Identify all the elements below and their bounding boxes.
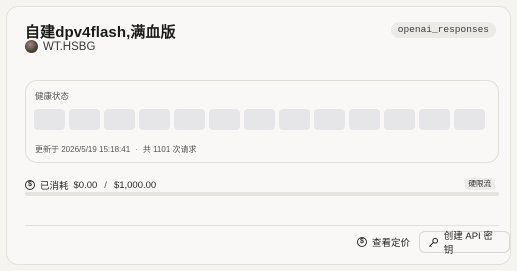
health-bar: [69, 109, 100, 130]
avatar: [25, 40, 38, 53]
owner: WT.HSBG: [25, 40, 95, 53]
spend-progress-bar: [25, 192, 499, 196]
create-api-key-label: 创建 API 密钥: [443, 231, 493, 256]
updated-time: 更新于 2026/5/19 15:18:41: [35, 145, 131, 154]
health-bar: [139, 109, 170, 130]
health-bar: [174, 109, 205, 130]
view-pricing-label: 查看定价: [372, 238, 411, 249]
channel-card: 自建dpv4flash,满血版 openai_responses WT.HSBG…: [6, 6, 511, 265]
spend-divider: /: [104, 179, 107, 191]
owner-name: WT.HSBG: [43, 40, 96, 53]
updated-info: 更新于 2026/5/19 15:18:41 · 共 1101 次请求: [35, 144, 197, 155]
health-bar: [454, 109, 485, 130]
request-count: 共 1101 次请求: [142, 145, 197, 154]
view-pricing-button[interactable]: $ 查看定价: [357, 235, 410, 249]
health-bar: [384, 109, 415, 130]
card-title: 自建dpv4flash,满血版: [25, 24, 176, 41]
health-label: 健康状态: [35, 91, 70, 101]
health-bar: [419, 109, 450, 130]
divider: [25, 225, 499, 226]
health-bar: [104, 109, 135, 130]
health-bar: [209, 109, 240, 130]
spend-amount: $0.00: [73, 179, 98, 191]
health-bar: [349, 109, 380, 130]
dollar-circle-icon: $: [357, 237, 367, 247]
dollar-circle-icon: $: [25, 180, 35, 190]
spend-row: $ 已消耗 $0.00 / $1,000.00: [25, 178, 156, 192]
create-api-key-button[interactable]: 创建 API 密钥: [419, 231, 510, 256]
spend-label: 已消耗: [40, 181, 69, 192]
key-icon: [428, 237, 438, 247]
health-bars: [34, 109, 485, 130]
health-bar: [244, 109, 275, 130]
separator-dot: ·: [135, 145, 138, 154]
limit-type-badge: 硬限流: [464, 178, 495, 190]
health-bar: [279, 109, 310, 130]
health-panel: 健康状态 更新于 2026/5/19 15:18:41 · 共 1101 次请求: [25, 80, 499, 163]
health-bar: [314, 109, 345, 130]
health-bar: [34, 109, 65, 130]
protocol-tag: openai_responses: [390, 22, 496, 38]
spend-limit: $1,000.00: [113, 179, 157, 191]
